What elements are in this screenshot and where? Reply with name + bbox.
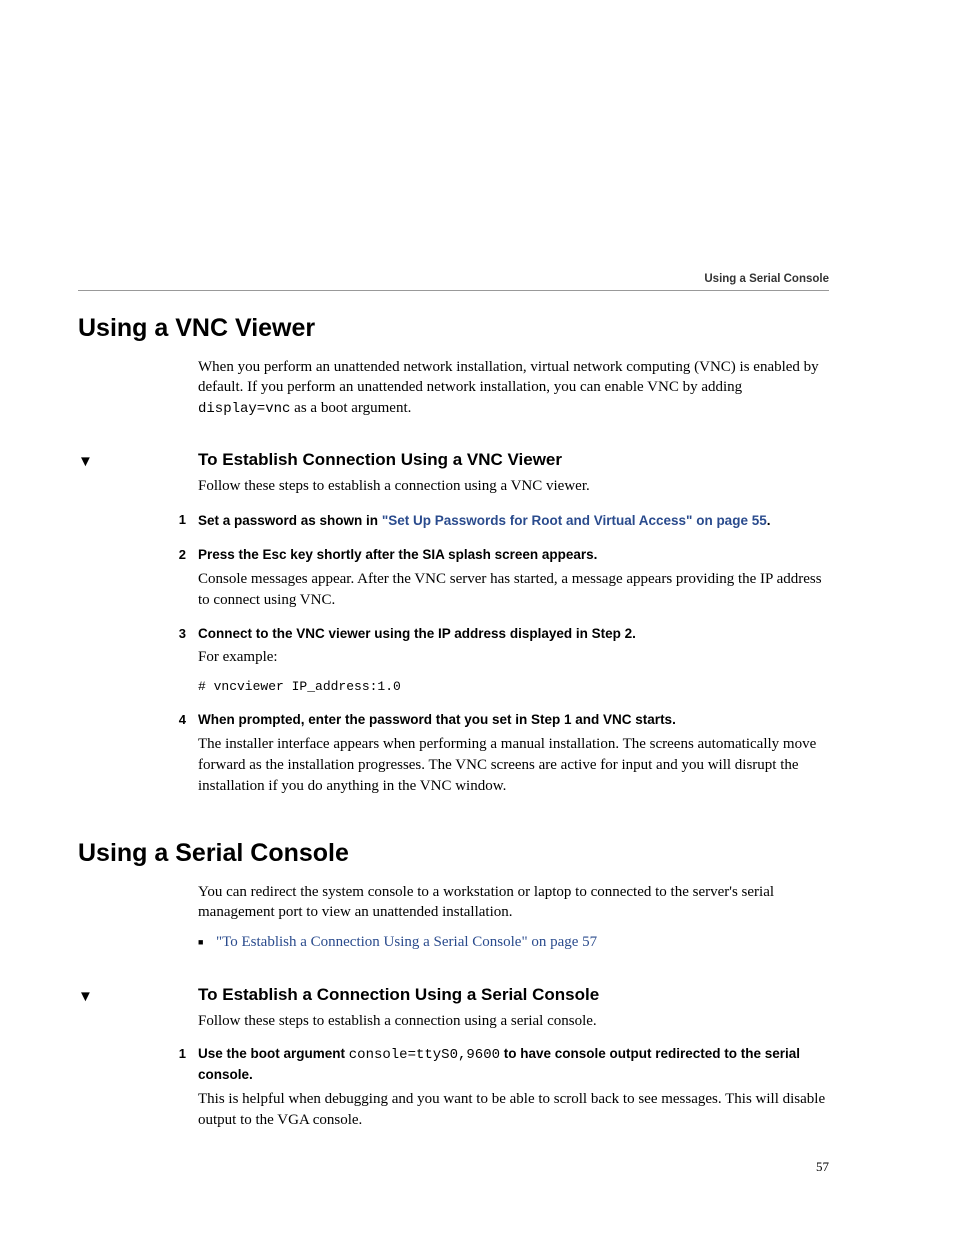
task-marker-icon: ▼ (78, 989, 198, 1006)
section-heading-serial: Using a Serial Console (78, 839, 829, 868)
step-row: 3 Connect to the VNC viewer using the IP… (78, 625, 829, 697)
task-heading-row-vnc: ▼ To Establish Connection Using a VNC Vi… (78, 450, 829, 470)
section2-intro-block: You can redirect the system console to a… (198, 882, 829, 954)
task-heading-vnc: To Establish Connection Using a VNC View… (198, 450, 562, 470)
step-number: 1 (78, 511, 198, 532)
step-lead: When prompted, enter the password that y… (198, 711, 829, 730)
step-lead-post: . (767, 513, 771, 528)
step-lead: Use the boot argument console=ttyS0,9600… (198, 1045, 829, 1084)
step-lead: Set a password as shown in "Set Up Passw… (198, 513, 770, 528)
step-body: Press the Esc key shortly after the SIA … (198, 546, 829, 611)
section-heading-vnc: Using a VNC Viewer (78, 314, 829, 343)
step-number: 2 (78, 546, 198, 611)
step-body: Set a password as shown in "Set Up Passw… (198, 511, 829, 532)
step-body: Use the boot argument console=ttyS0,9600… (198, 1045, 829, 1130)
step-paragraph: This is helpful when debugging and you w… (198, 1089, 829, 1131)
page-number: 57 (816, 1159, 829, 1175)
step-row: 1 Use the boot argument console=ttyS0,96… (78, 1045, 829, 1130)
header-rule (78, 290, 829, 291)
page: Using a Serial Console Using a VNC Viewe… (0, 0, 954, 1235)
step-lead: Connect to the VNC viewer using the IP a… (198, 625, 829, 644)
step-row: 2 Press the Esc key shortly after the SI… (78, 546, 829, 611)
step-number: 4 (78, 711, 198, 797)
list-item: "To Establish a Connection Using a Seria… (216, 932, 829, 953)
step-number: 1 (78, 1045, 198, 1130)
xref-link[interactable]: "Set Up Passwords for Root and Virtual A… (382, 513, 767, 528)
step-lead-pre: Set a password as shown in (198, 513, 382, 528)
section2-intro: You can redirect the system console to a… (198, 882, 829, 923)
bullet-list: "To Establish a Connection Using a Seria… (198, 932, 829, 953)
task-lead-block: Follow these steps to establish a connec… (198, 1011, 829, 1031)
step-row: 4 When prompted, enter the password that… (78, 711, 829, 797)
xref-link[interactable]: "To Establish a Connection Using a Seria… (216, 934, 597, 950)
section1-intro-block: When you perform an unattended network i… (198, 357, 829, 418)
intro-text-post: as a boot argument. (290, 400, 411, 416)
running-header: Using a Serial Console (704, 273, 829, 285)
task-heading-serial: To Establish a Connection Using a Serial… (198, 985, 599, 1005)
task-heading-row-serial: ▼ To Establish a Connection Using a Seri… (78, 985, 829, 1005)
step-row: 1 Set a password as shown in "Set Up Pas… (78, 511, 829, 532)
code-line: # vncviewer IP_address:1.0 (198, 678, 829, 696)
step-paragraph: For example: (198, 647, 829, 668)
intro-text-pre: When you perform an unattended network i… (198, 359, 819, 395)
task-lead-serial: Follow these steps to establish a connec… (198, 1011, 829, 1031)
task-lead-vnc: Follow these steps to establish a connec… (198, 476, 829, 496)
step-lead: Press the Esc key shortly after the SIA … (198, 546, 829, 565)
step-number: 3 (78, 625, 198, 697)
step-lead-code: console=ttyS0,9600 (349, 1047, 500, 1063)
step-paragraph: Console messages appear. After the VNC s… (198, 569, 829, 611)
content-area: Using a VNC Viewer When you perform an u… (78, 314, 829, 1131)
task-marker-icon: ▼ (78, 454, 198, 471)
intro-code: display=vnc (198, 401, 290, 417)
task-lead-block: Follow these steps to establish a connec… (198, 476, 829, 496)
step-body: Connect to the VNC viewer using the IP a… (198, 625, 829, 697)
step-body: When prompted, enter the password that y… (198, 711, 829, 797)
section1-intro: When you perform an unattended network i… (198, 357, 829, 418)
step-lead-pre: Use the boot argument (198, 1046, 349, 1061)
step-paragraph: The installer interface appears when per… (198, 734, 829, 797)
